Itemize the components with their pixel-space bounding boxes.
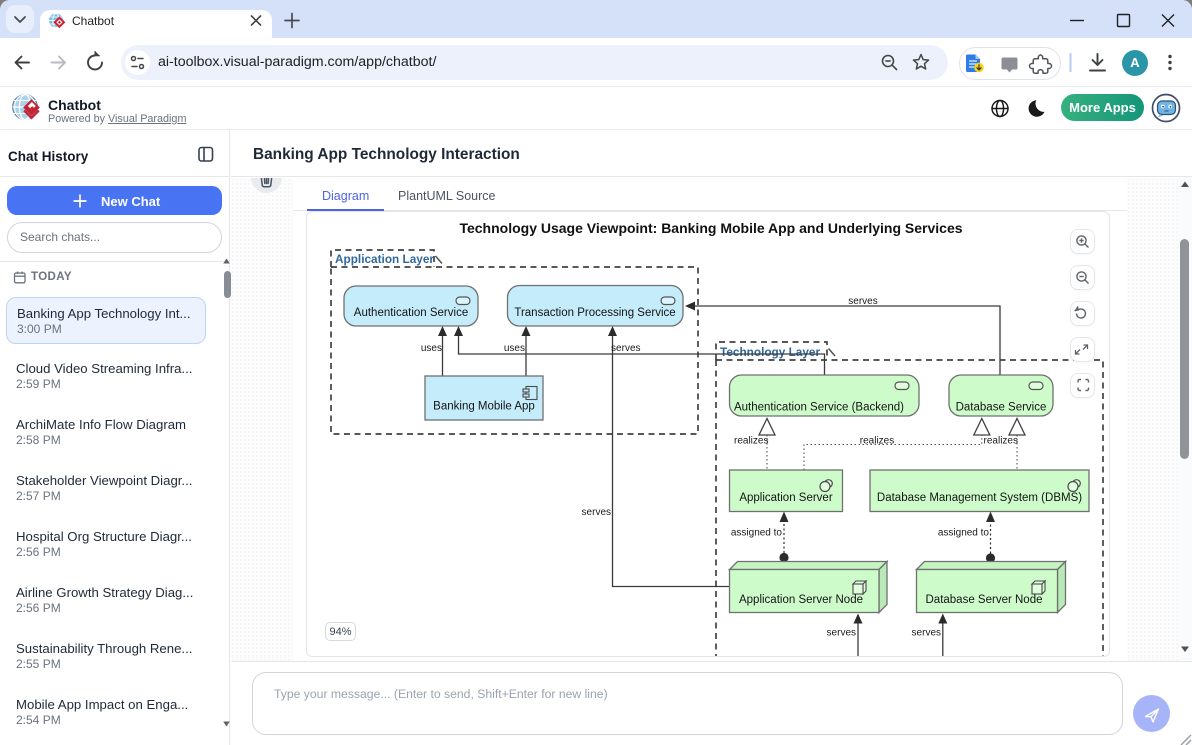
svg-text:Chatbot: Chatbot (72, 14, 115, 28)
